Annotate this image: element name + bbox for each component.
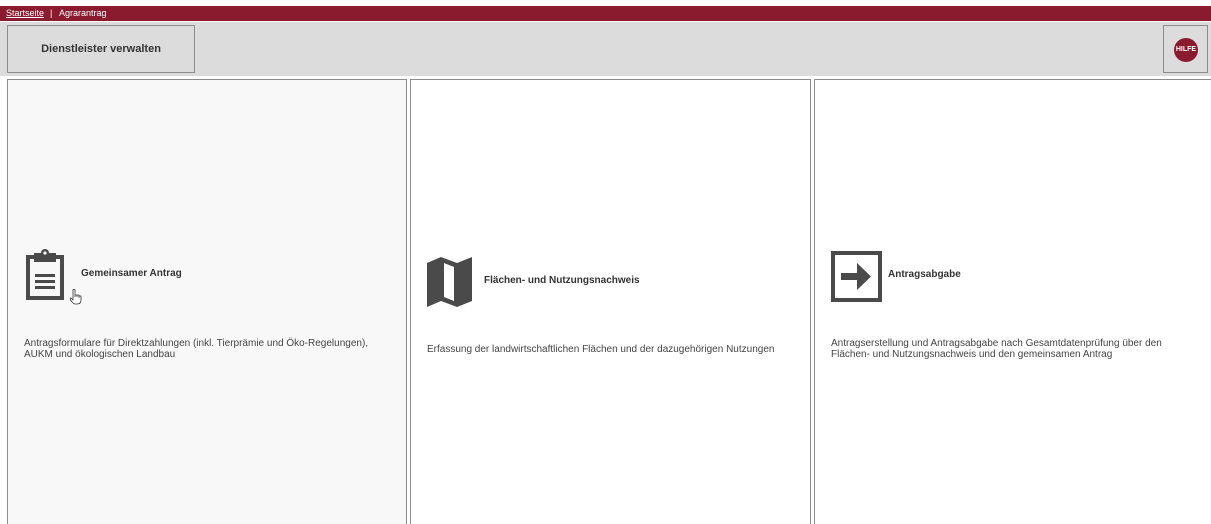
- tile-description-line: Antragsformulare für Direktzahlungen (in…: [24, 338, 369, 349]
- tile-title: Flächen- und Nutzungsnachweis: [484, 275, 640, 286]
- clipboard-icon: [26, 249, 64, 300]
- tile-description-line: Erfassung der landwirtschaftlichen Fläch…: [427, 344, 775, 355]
- tile-gemeinsamer-antrag[interactable]: Gemeinsamer Antrag Antragsformulare für …: [7, 79, 407, 524]
- submit-arrow-icon: [831, 251, 882, 302]
- tile-description: Antragserstellung und Antragsabgabe nach…: [831, 338, 1162, 360]
- breadcrumb: Startseite | Agrarantrag: [0, 6, 1211, 21]
- help-button[interactable]: HILFE: [1163, 25, 1208, 73]
- tile-description: Antragsformulare für Direktzahlungen (in…: [24, 338, 368, 360]
- tile-title: Antragsabgabe: [888, 269, 961, 280]
- hand-cursor-icon: [70, 289, 82, 305]
- breadcrumb-current: Agrarantrag: [59, 8, 107, 18]
- tile-flaechen-und-nutzungsnachweis[interactable]: Flächen- und Nutzungsnachweis Erfassung …: [410, 79, 811, 524]
- toolbar: Dienstleister verwalten HILFE: [0, 22, 1211, 76]
- breadcrumb-separator: |: [50, 8, 53, 18]
- map-icon: [427, 257, 472, 307]
- tile-antragsabgabe[interactable]: Antragsabgabe Antragserstellung und Antr…: [814, 79, 1211, 524]
- breadcrumb-home-link[interactable]: Startseite: [6, 6, 44, 21]
- help-icon: HILFE: [1174, 38, 1198, 62]
- tile-description-line: AUKM und ökologischen Landbau: [24, 349, 176, 360]
- tile-title: Gemeinsamer Antrag: [81, 268, 182, 279]
- manage-service-providers-button[interactable]: Dienstleister verwalten: [7, 25, 195, 73]
- tile-description-line: Antragserstellung und Antragsabgabe nach…: [831, 338, 1162, 349]
- tile-description-line: Flächen- und Nutzungsnachweis und den ge…: [831, 349, 1113, 360]
- tile-description: Erfassung der landwirtschaftlichen Fläch…: [427, 344, 774, 355]
